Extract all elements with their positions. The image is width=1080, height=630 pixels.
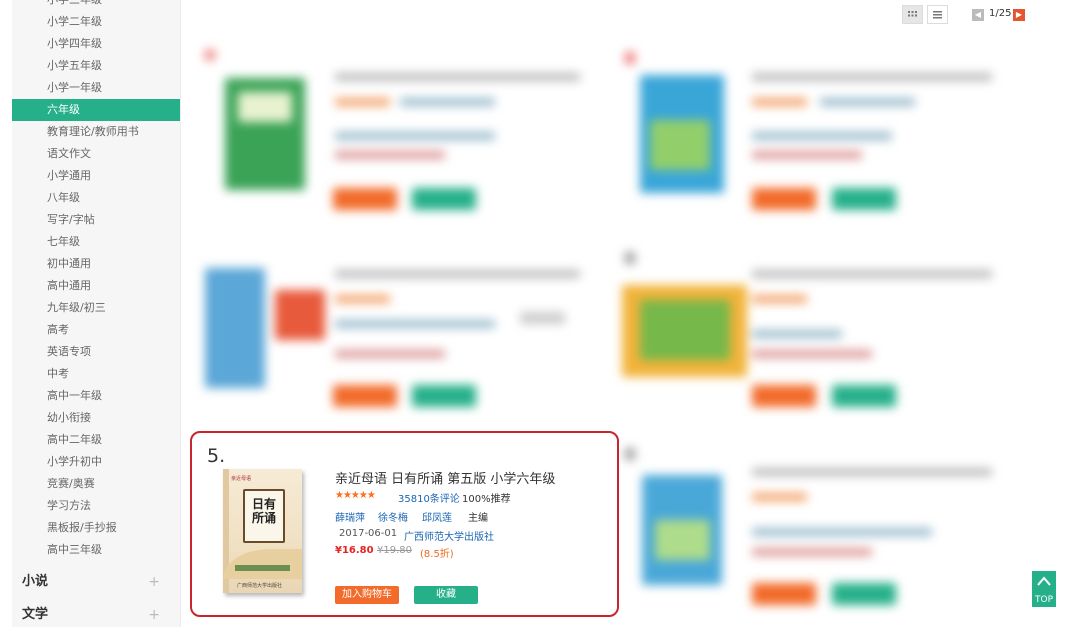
sidebar-item[interactable]: 学习方法	[12, 495, 180, 517]
cover-publisher: 广西师范大学出版社	[237, 583, 283, 589]
back-to-top-label: TOP	[1034, 595, 1053, 605]
cover-title-line: 日有	[251, 497, 276, 511]
sidebar-item[interactable]: 高考	[12, 319, 180, 341]
cover-title-line: 所诵	[251, 511, 276, 525]
original-price: ¥19.80	[377, 545, 412, 556]
rating-stars-icon: ★★★★★	[335, 490, 376, 501]
chevron-up-icon	[1037, 576, 1051, 586]
grid-icon	[908, 11, 917, 17]
sidebar-item[interactable]: 小学升初中	[12, 451, 180, 473]
sidebar-item[interactable]: 初中通用	[12, 253, 180, 275]
add-to-cart-button[interactable]: 加入购物车	[335, 586, 399, 604]
book-cover[interactable]: 亲近母语 日有 所诵 广西师范大学出版社	[223, 469, 302, 593]
sidebar-item[interactable]: 小学四年级	[12, 33, 180, 55]
discount-label: (8.5折)	[420, 549, 454, 560]
category-label: 小说	[22, 574, 49, 589]
category-label: 文学	[22, 607, 49, 622]
author-link[interactable]: 徐冬梅	[378, 509, 408, 524]
author-role: 主编	[468, 513, 488, 524]
expand-icon[interactable]: +	[148, 600, 160, 630]
prev-page-button[interactable]: ◀	[972, 9, 984, 21]
current-price: ¥16.80	[335, 545, 374, 556]
sidebar-item[interactable]: 小学三年级	[12, 0, 180, 11]
sidebar-item[interactable]: 小学二年级	[12, 11, 180, 33]
page-indicator: 1/25	[989, 8, 1012, 19]
sidebar-item[interactable]: 中考	[12, 363, 180, 385]
sidebar-item[interactable]: 高中三年级	[12, 539, 180, 561]
back-to-top-button[interactable]: TOP	[1032, 571, 1056, 607]
author-link[interactable]: 邱凤莲	[422, 509, 452, 524]
product-title[interactable]: 亲近母语 日有所诵 第五版 小学六年级	[335, 468, 555, 487]
sidebar-item[interactable]: 写字/字帖	[12, 209, 180, 231]
expand-icon[interactable]: +	[148, 567, 160, 597]
list-icon	[933, 11, 942, 19]
sidebar-item[interactable]: 高中二年级	[12, 429, 180, 451]
sidebar-item[interactable]: 小学一年级	[12, 77, 180, 99]
category-sidebar: 小学三年级小学二年级小学四年级小学五年级小学一年级六年级教育理论/教师用书语文作…	[12, 0, 181, 627]
author-link[interactable]: 薛瑞萍	[335, 509, 365, 524]
category-novel[interactable]: 小说 +	[12, 567, 180, 597]
sidebar-item[interactable]: 高中通用	[12, 275, 180, 297]
recommend-rate: 100%推荐	[462, 494, 511, 505]
favorite-button[interactable]: 收藏	[414, 586, 478, 604]
sidebar-item[interactable]: 语文作文	[12, 143, 180, 165]
cover-band	[235, 565, 290, 571]
sidebar-item[interactable]: 教育理论/教师用书	[12, 121, 180, 143]
publisher-link[interactable]: 广西师范大学出版社	[404, 528, 494, 543]
sidebar-item[interactable]: 八年级	[12, 187, 180, 209]
sidebar-item[interactable]: 七年级	[12, 231, 180, 253]
sidebar-item[interactable]: 九年级/初三	[12, 297, 180, 319]
view-toggle-list[interactable]	[927, 5, 948, 24]
sidebar-item[interactable]: 小学五年级	[12, 55, 180, 77]
sidebar-item[interactable]: 六年级	[12, 99, 180, 121]
sidebar-item[interactable]: 黑板报/手抄报	[12, 517, 180, 539]
category-literature[interactable]: 文学 +	[12, 600, 180, 630]
publish-date: 2017-06-01	[339, 528, 398, 539]
sidebar-item[interactable]: 小学通用	[12, 165, 180, 187]
highlighted-product-card: 5. 亲近母语 日有 所诵 广西师范大学出版社 亲近母语 日有所诵 第五版 小学…	[190, 431, 619, 617]
sidebar-item[interactable]: 竞赛/奥赛	[12, 473, 180, 495]
sidebar-item[interactable]: 英语专项	[12, 341, 180, 363]
next-page-button[interactable]: ▶	[1013, 9, 1025, 21]
comment-count-link[interactable]: 35810条评论	[398, 490, 460, 505]
cover-title-scroll: 日有 所诵	[243, 489, 285, 543]
cover-brand: 亲近母语	[231, 476, 252, 482]
sidebar-item[interactable]: 幼小衔接	[12, 407, 180, 429]
cover-illustration	[223, 549, 302, 579]
view-toggle-grid[interactable]	[902, 5, 923, 24]
product-rank: 5.	[207, 445, 226, 467]
sidebar-item[interactable]: 高中一年级	[12, 385, 180, 407]
